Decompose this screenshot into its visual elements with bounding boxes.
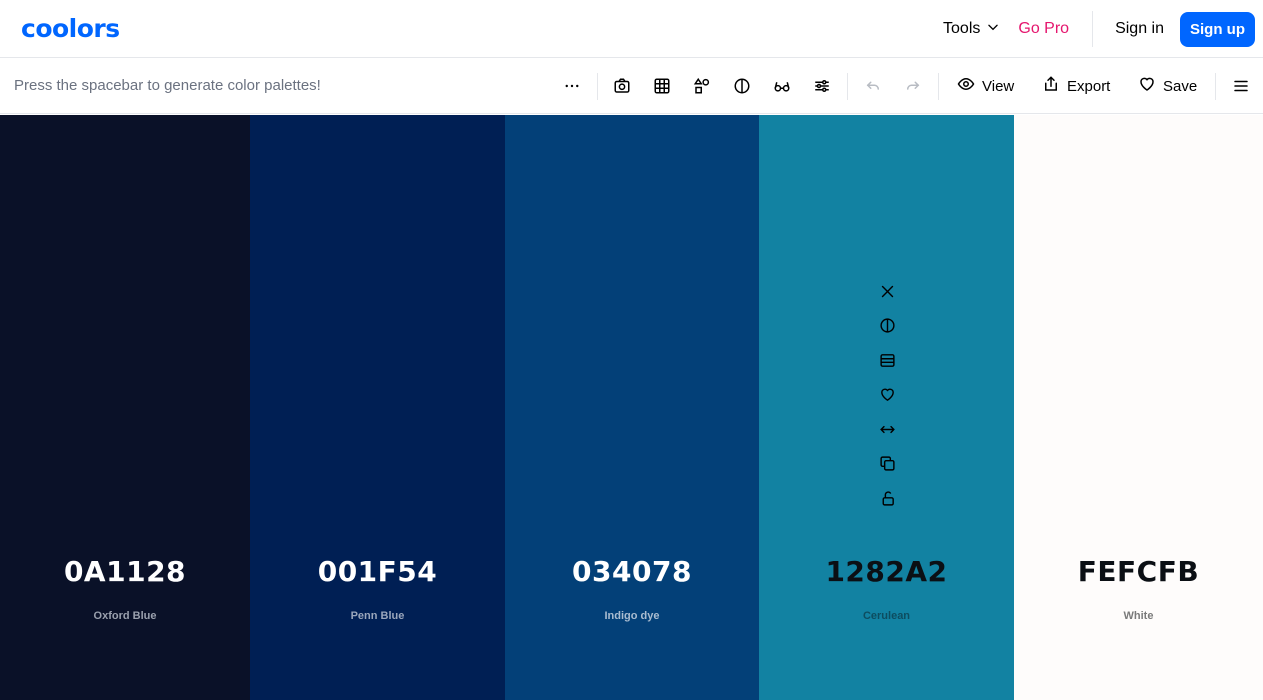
save-label: Save <box>1163 77 1198 95</box>
hex-code[interactable]: FEFCFB <box>1014 555 1263 588</box>
view-button[interactable]: View <box>957 75 1014 97</box>
heart-icon <box>1138 75 1156 97</box>
coolors-logo[interactable]: coolors <box>21 14 120 43</box>
export-button[interactable]: Export <box>1042 75 1110 97</box>
color-name[interactable]: Cerulean <box>759 610 1014 622</box>
color-swatch[interactable]: 0A1128 Oxford Blue <box>0 115 250 700</box>
hex-code[interactable]: 1282A2 <box>759 555 1014 588</box>
color-name[interactable]: Oxford Blue <box>0 610 250 622</box>
palette: 0A1128 Oxford Blue 001F54 Penn Blue 0340… <box>0 115 1263 700</box>
toolbar-divider <box>847 73 848 100</box>
nav-divider <box>1092 11 1094 47</box>
redo-icon[interactable] <box>902 75 924 97</box>
color-swatch[interactable]: 001F54 Penn Blue <box>250 115 505 700</box>
tools-label: Tools <box>943 20 981 37</box>
camera-icon[interactable] <box>611 75 633 97</box>
spacebar-hint: Press the spacebar to generate color pal… <box>14 77 321 94</box>
shades-icon[interactable] <box>877 350 897 370</box>
drag-icon[interactable] <box>877 419 897 439</box>
heart-icon[interactable] <box>877 385 897 405</box>
color-name[interactable]: Penn Blue <box>250 610 505 622</box>
close-icon[interactable] <box>877 281 897 301</box>
top-nav: coolors Tools Go Pro Sign in Sign up <box>0 0 1263 58</box>
view-label: View <box>982 77 1015 95</box>
eye-icon <box>957 75 975 97</box>
hex-code[interactable]: 0A1128 <box>0 555 250 588</box>
go-pro-link[interactable]: Go Pro <box>1009 20 1078 38</box>
toolbar-divider <box>938 73 939 100</box>
export-label: Export <box>1067 77 1111 95</box>
sign-up-button[interactable]: Sign up <box>1180 11 1255 47</box>
color-name[interactable]: White <box>1014 610 1263 622</box>
nav-right: Tools Go Pro Sign in Sign up <box>934 11 1255 47</box>
shapes-icon[interactable] <box>691 75 713 97</box>
hex-code[interactable]: 034078 <box>505 555 759 588</box>
hamburger-menu-icon[interactable] <box>1230 75 1252 97</box>
hex-code[interactable]: 001F54 <box>250 555 505 588</box>
lock-icon[interactable] <box>877 488 897 508</box>
copy-icon[interactable] <box>877 454 897 474</box>
toolbar-divider <box>597 73 598 100</box>
color-swatch[interactable]: 1282A2 Cerulean <box>759 115 1014 700</box>
tools-menu[interactable]: Tools <box>934 20 1009 39</box>
more-icon[interactable] <box>561 75 583 97</box>
color-swatch[interactable]: 034078 Indigo dye <box>505 115 759 700</box>
share-icon <box>1042 75 1060 97</box>
grid-icon[interactable] <box>651 75 673 97</box>
save-button[interactable]: Save <box>1138 75 1197 97</box>
swatch-tools <box>877 281 897 523</box>
toolbar: Press the spacebar to generate color pal… <box>0 59 1263 114</box>
sliders-icon[interactable] <box>811 75 833 97</box>
toolbar-divider <box>1215 73 1216 100</box>
contrast-icon[interactable] <box>731 75 753 97</box>
undo-icon[interactable] <box>862 75 884 97</box>
chevron-down-icon <box>986 20 1000 39</box>
sign-in-link[interactable]: Sign in <box>1103 20 1176 38</box>
color-name[interactable]: Indigo dye <box>505 610 759 622</box>
glasses-icon[interactable] <box>771 75 793 97</box>
color-swatch[interactable]: FEFCFB White <box>1014 115 1263 700</box>
contrast-icon[interactable] <box>877 316 897 336</box>
